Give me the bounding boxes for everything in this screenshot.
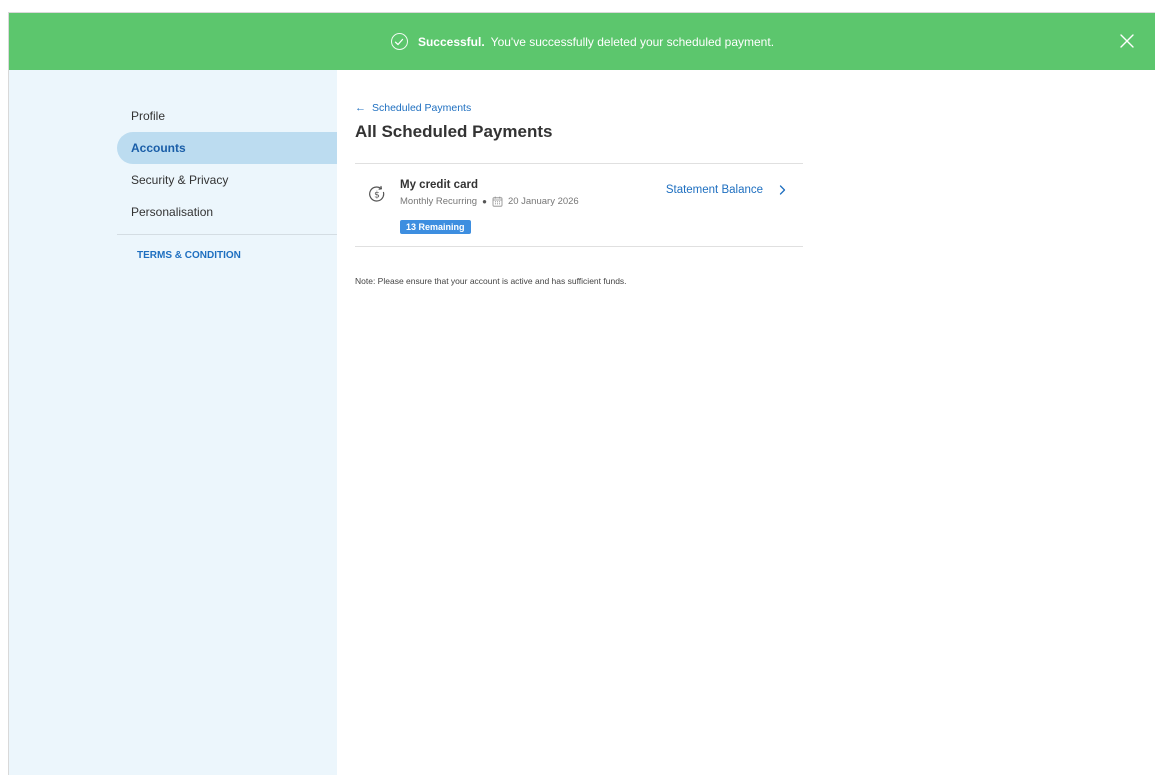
remaining-badge: 13 Remaining <box>400 220 471 234</box>
page-title: All Scheduled Payments <box>355 122 553 141</box>
banner-message: You've successfully deleted your schedul… <box>490 34 775 49</box>
svg-text:$: $ <box>374 191 380 201</box>
sidebar-item-label: Accounts <box>131 141 186 155</box>
sidebar-divider <box>117 234 337 235</box>
terms-and-condition-link[interactable]: TERMS & CONDITION <box>137 250 241 261</box>
success-banner: Successful. You've successfully deleted … <box>9 13 1155 70</box>
sidebar-item-label: Personalisation <box>131 205 214 219</box>
sidebar-item-accounts[interactable]: Accounts <box>117 132 337 164</box>
payment-meta: Monthly Recurring ● 20 January 2026 <box>400 196 579 207</box>
payment-name: My credit card <box>400 179 478 191</box>
statement-balance-label: Statement Balance <box>665 184 763 196</box>
payment-frequency: Monthly Recurring <box>400 196 478 207</box>
chevron-right-icon <box>779 185 786 195</box>
banner-title: Successful. <box>417 34 485 49</box>
back-link[interactable]: ← Scheduled Payments <box>355 102 471 114</box>
calendar-icon <box>492 196 503 207</box>
recurring-dollar-icon: $ <box>369 185 385 202</box>
arrow-left-icon: ← <box>355 102 366 114</box>
app-window: Successful. You've successfully deleted … <box>8 12 1155 775</box>
settings-sidebar: Profile Accounts Security & Privacy Pers… <box>9 70 337 775</box>
payment-date: 20 January 2026 <box>507 196 579 207</box>
sidebar-item-label: Security & Privacy <box>131 173 229 187</box>
sidebar-item-personalisation[interactable]: Personalisation <box>117 196 337 228</box>
scheduled-payment-row[interactable]: $ My credit card Monthly Recurring ● 20 … <box>355 163 803 247</box>
separator-dot: ● <box>482 197 487 206</box>
back-link-label: Scheduled Payments <box>372 102 472 114</box>
funds-note: Note: Please ensure that your account is… <box>355 276 627 286</box>
sidebar-item-label: Profile <box>131 109 166 123</box>
check-circle-icon <box>390 33 408 50</box>
sidebar-item-profile[interactable]: Profile <box>117 100 337 132</box>
close-icon[interactable] <box>1118 32 1136 50</box>
sidebar-item-security-privacy[interactable]: Security & Privacy <box>117 164 337 196</box>
